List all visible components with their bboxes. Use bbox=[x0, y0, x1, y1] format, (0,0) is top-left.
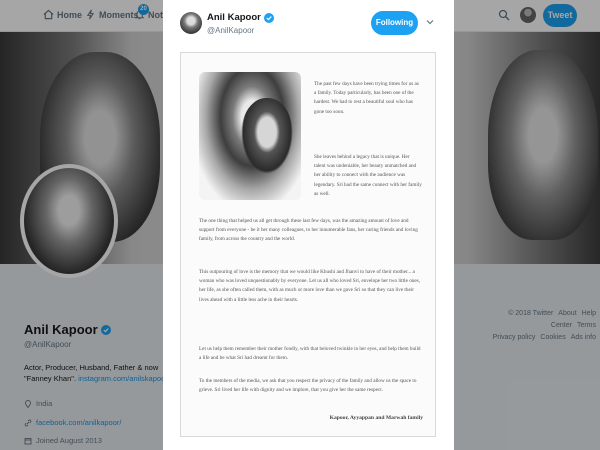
portrait-photo bbox=[199, 72, 301, 200]
tweet-modal: Anil Kapoor @AnilKapoor Following The pa… bbox=[163, 0, 454, 450]
statement-paragraph: The past few days have been trying times… bbox=[314, 81, 419, 115]
statement-paragraph: The one thing that helped us all get thr… bbox=[199, 218, 418, 243]
statement-paragraph: Let us help them remember their mother f… bbox=[199, 346, 421, 362]
verified-icon bbox=[263, 12, 274, 23]
statement-paragraph: This outpouring of love is the memory th… bbox=[199, 269, 420, 303]
modal-author-name[interactable]: Anil Kapoor bbox=[207, 12, 274, 23]
modal-author-avatar[interactable] bbox=[180, 12, 202, 34]
following-button[interactable]: Following bbox=[371, 11, 418, 35]
modal-author-handle: @AnilKapoor bbox=[207, 26, 255, 35]
chevron-down-icon[interactable] bbox=[425, 17, 435, 27]
statement-signature: Kapoor, Ayyappan and Marwah family bbox=[329, 415, 423, 421]
statement-paragraph: She leaves behind a legacy that is uniqu… bbox=[314, 154, 422, 197]
modal-author-name-text: Anil Kapoor bbox=[207, 12, 261, 23]
statement-paragraph: To the members of the media, we ask that… bbox=[199, 378, 417, 394]
portrait-figure bbox=[241, 98, 293, 174]
statement-image[interactable]: The past few days have been trying times… bbox=[180, 52, 436, 437]
